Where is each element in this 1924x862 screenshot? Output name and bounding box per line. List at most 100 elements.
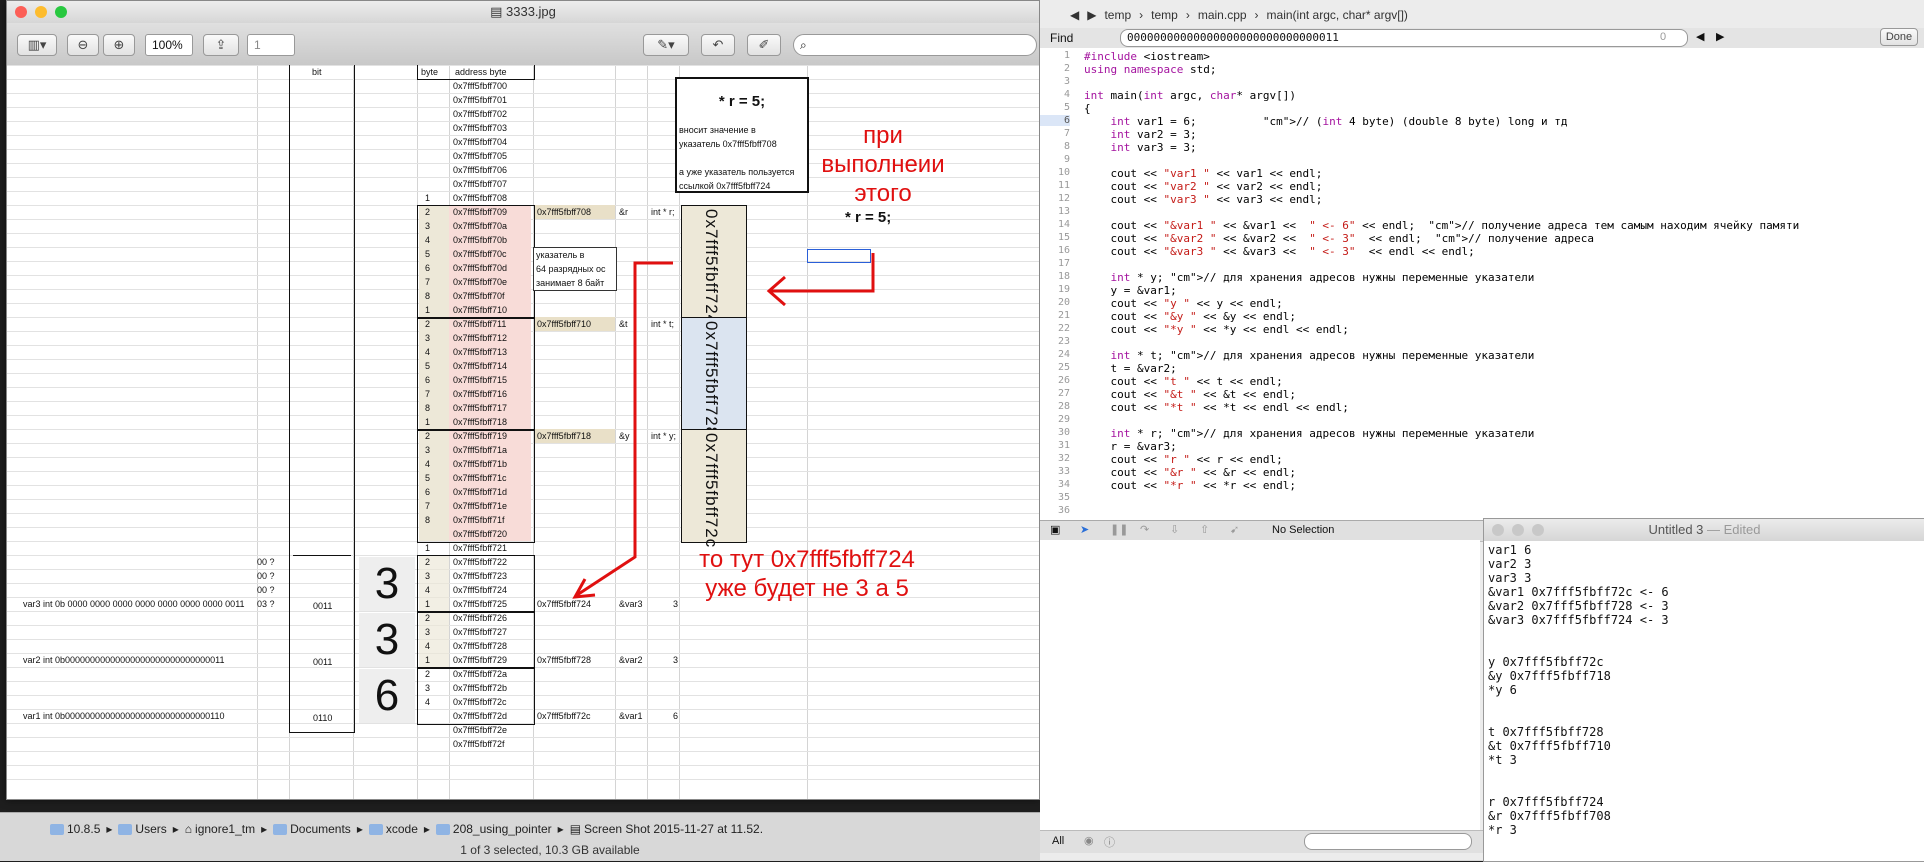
preview-toolbar: ▥▾ ⊖ ⊕ 100% ⇪ 1 ✎▾ ↶ ✐ ⌕ [7, 23, 1039, 66]
search-field[interactable]: ⌕ [793, 34, 1037, 56]
line-number: 14 [1057, 219, 1070, 230]
line-number: 22 [1057, 323, 1070, 334]
line-number: 15 [1057, 232, 1070, 243]
line-number: 2 [1063, 63, 1070, 74]
line-number: 30 [1057, 427, 1070, 438]
path-item-os[interactable]: 10.8.5 [50, 822, 100, 836]
textedit-title: Untitled 3 [1648, 522, 1704, 537]
line-number: 16 [1057, 245, 1070, 256]
filter-search-field[interactable] [1304, 833, 1472, 850]
file-icon: ▤ [569, 822, 582, 836]
debug-status: No Selection [1272, 524, 1335, 536]
textedit-window: Untitled 3 — Edited var1 6 var2 3 var3 3 &v… [1483, 518, 1924, 862]
share-icon: ⇪ [215, 37, 227, 52]
code-line: r = &var3; [1084, 440, 1177, 453]
line-number: 3 [1063, 76, 1070, 87]
code-line: int * r; "cm">// для хранения адресов ну… [1110, 427, 1535, 440]
line-number: 4 [1063, 89, 1070, 100]
share-button[interactable]: ⇪ [203, 34, 239, 56]
path-item-project[interactable]: 208_using_pointer [435, 822, 552, 836]
jump-item-folder[interactable]: temp [1151, 8, 1178, 22]
line-number: 32 [1057, 453, 1070, 464]
breakpoints-icon[interactable]: ➤ [1080, 523, 1089, 536]
line-number: 12 [1057, 193, 1070, 204]
code-line: t = &var2; [1084, 362, 1177, 375]
markup-pen-button[interactable]: ✎▾ [643, 34, 689, 56]
annotate-button[interactable]: ✐ [747, 34, 781, 56]
output-line: &t 0x7fff5fbff710 [1488, 739, 1611, 753]
code-line: cout << "&y " << &y << endl; [1084, 310, 1296, 323]
jump-item-file[interactable]: main.cpp [1198, 8, 1247, 22]
line-number: 24 [1057, 349, 1070, 360]
zoom-field[interactable]: 100% [145, 34, 193, 56]
zoom-button[interactable] [55, 6, 67, 18]
finder-path-bar: 10.8.5 ▸ Users ▸ ⌂ ignore1_tm ▸ Documents ▸ x… [50, 819, 763, 839]
close-button[interactable] [15, 6, 27, 18]
path-item-users[interactable]: Users [118, 822, 167, 836]
image-file-icon: ▤ [490, 4, 506, 19]
eye-icon[interactable]: ◉ [1084, 834, 1094, 847]
code-line: cout << "t " << t << endl; [1084, 375, 1283, 388]
jump-item-function[interactable]: main(int argc, char* argv[]) [1267, 8, 1408, 22]
step-in-icon[interactable]: ⇩ [1170, 523, 1179, 536]
filter-menu[interactable]: All [1052, 835, 1064, 847]
close-button[interactable] [1492, 524, 1504, 536]
code-line: cout << "var2 " << var2 << endl; [1084, 180, 1323, 193]
minimize-button[interactable] [1512, 524, 1524, 536]
path-item-documents[interactable]: Documents [273, 822, 351, 836]
back-icon[interactable]: ◀ [1070, 8, 1079, 22]
sidebar-toggle-button[interactable]: ▥▾ [17, 34, 57, 56]
zoom-out-button[interactable]: ⊖ [67, 34, 99, 56]
line-number: 26 [1057, 375, 1070, 386]
line-number: 19 [1057, 284, 1070, 295]
code-editor[interactable]: 1 #include <iostream> 2 using namespace std… [1040, 48, 1924, 520]
code-line: y = &var1; [1084, 284, 1177, 297]
window-title: 3333.jpg [506, 4, 556, 19]
path-item-screenshot[interactable]: ▤ Screen Shot 2015-11-27 at 11.52. [570, 822, 763, 836]
step-over-icon[interactable]: ↷ [1140, 523, 1149, 536]
search-icon: ⌕ [800, 38, 807, 52]
code-line: cout << "&r " << &r << endl; [1084, 466, 1296, 479]
output-line: y 0x7fff5fbff72c [1488, 655, 1604, 669]
textedit-edited: — Edited [1703, 522, 1761, 537]
hide-debug-icon[interactable]: ▣ [1050, 523, 1060, 536]
home-icon: ⌂ [184, 822, 193, 836]
line-number: 35 [1057, 492, 1070, 503]
find-prev-icon[interactable]: ◀ [1696, 30, 1704, 43]
find-mode-menu[interactable]: Find [1050, 31, 1073, 45]
path-item-xcode[interactable]: xcode [368, 822, 418, 836]
zoom-in-button[interactable]: ⊕ [103, 34, 135, 56]
location-icon[interactable]: ➹ [1230, 523, 1239, 536]
preview-titlebar: ▤ 3333.jpg [7, 1, 1039, 23]
line-number: 6 [1040, 115, 1070, 126]
step-out-icon[interactable]: ⇧ [1200, 523, 1209, 536]
zoom-button[interactable] [1532, 524, 1544, 536]
code-line: int var2 = 3; [1110, 128, 1197, 141]
code-line: cout << "*y " << *y << endl << endl; [1084, 323, 1349, 336]
find-input[interactable]: 00000000000000000000000000000011 [1120, 29, 1688, 47]
line-number: 11 [1057, 180, 1070, 191]
code-line: using namespace std; [1084, 63, 1217, 76]
find-next-icon[interactable]: ▶ [1716, 30, 1724, 43]
output-line: var3 3 [1488, 571, 1532, 585]
output-line: var1 6 [1488, 543, 1532, 557]
minimize-button[interactable] [35, 6, 47, 18]
page-field[interactable]: 1 [247, 34, 295, 56]
code-line: int var1 = 6; "cm">// (int 4 byte) (doub… [1110, 115, 1568, 128]
info-icon[interactable]: ⓘ [1104, 834, 1115, 850]
code-line: cout << "y " << y << endl; [1084, 297, 1283, 310]
forward-icon[interactable]: ▶ [1087, 8, 1096, 22]
pause-icon[interactable]: ❚❚ [1110, 523, 1128, 536]
done-button[interactable]: Done [1880, 28, 1918, 46]
path-item-home[interactable]: ⌂ ignore1_tm [185, 822, 255, 836]
textedit-document[interactable]: var1 6 var2 3 var3 3 &var1 0x7fff5fbff72c <… [1484, 541, 1924, 861]
rotate-button[interactable]: ↶ [701, 34, 735, 56]
code-line: int * t; "cm">// для хранения адресов ну… [1110, 349, 1535, 362]
finder-status: 1 of 3 selected, 10.3 GB available [460, 843, 640, 857]
line-number: 34 [1057, 479, 1070, 490]
line-number: 28 [1057, 401, 1070, 412]
jump-item-project[interactable]: temp [1104, 8, 1131, 22]
code-line: cout << "&var1 " << &var1 << " <- 6" << … [1084, 219, 1800, 232]
zoom-out-icon: ⊖ [77, 37, 89, 52]
line-number: 10 [1057, 167, 1070, 178]
